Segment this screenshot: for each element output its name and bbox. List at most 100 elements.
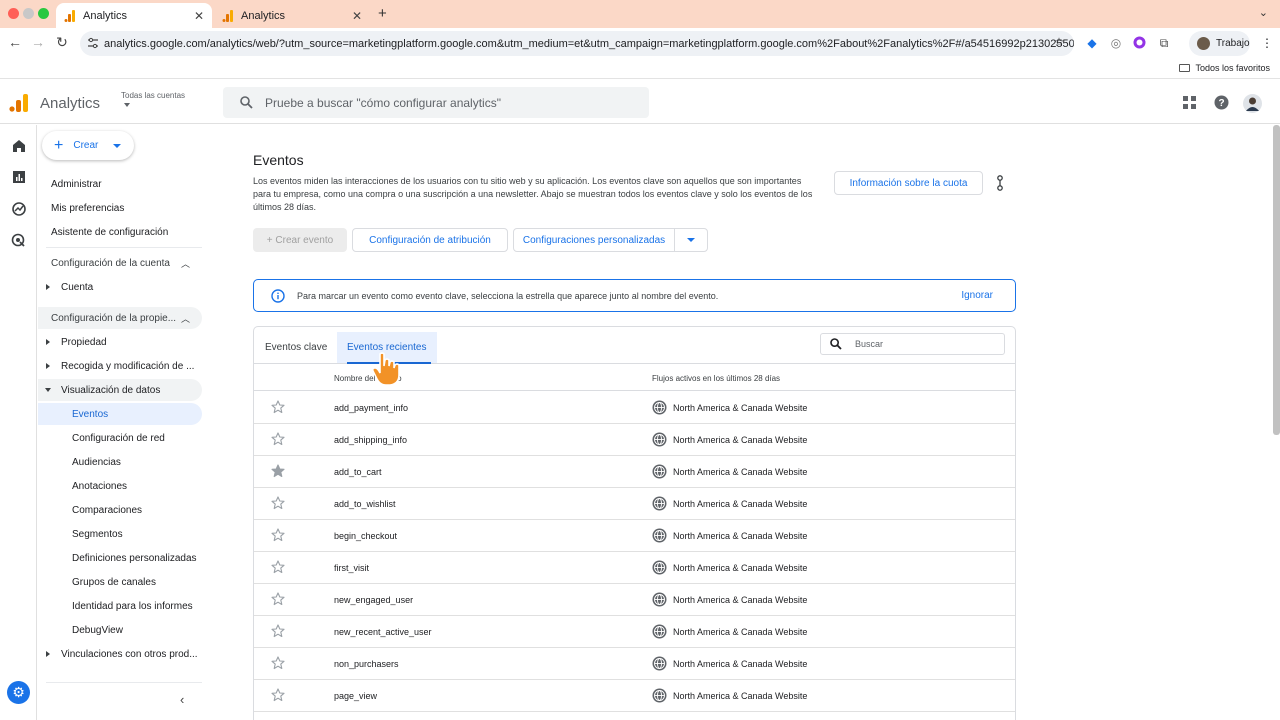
table-row[interactable]: page_view North America & Canada Website [254,680,1015,712]
sidebar-item-eventos[interactable]: Eventos [38,403,202,425]
create-button[interactable]: + Crear [42,131,134,160]
tab-close-icon[interactable]: ✕ [194,9,204,23]
window-close-button[interactable] [8,8,19,19]
star-outline-icon[interactable] [271,656,285,670]
admin-gear-icon[interactable]: ⚙ [7,681,30,704]
star-outline-icon[interactable] [271,592,285,606]
apps-grid-icon[interactable] [1183,96,1196,109]
table-row[interactable]: new_recent_active_user North America & Ca… [254,616,1015,648]
sidebar-section-configuracion-propiedad[interactable]: Configuración de la propie... ︿ [38,307,202,329]
sidebar-item-asistente-configuracion[interactable]: Asistente de configuración [38,221,202,243]
window-zoom-button[interactable] [38,8,49,19]
account-picker-caret-icon[interactable] [124,103,130,107]
sidebar-item-label: Eventos [72,408,109,420]
star-outline-icon[interactable] [271,400,285,414]
sidebar-item-administrar[interactable]: Administrar [38,173,202,195]
expand-arrow-icon [46,651,50,657]
tab-eventos-clave[interactable]: Eventos clave [255,332,337,363]
sidebar-item-audiencias[interactable]: Audiencias [38,451,202,473]
sidebar-item-label: Recogida y modificación de ... [61,360,195,372]
star-outline-icon[interactable] [271,432,285,446]
advertising-icon[interactable] [11,233,27,249]
star-outline-icon[interactable] [271,560,285,574]
event-name: add_to_cart [334,467,382,477]
sidebar-item-vinculaciones[interactable]: Vinculaciones con otros prod... [38,643,202,665]
browser-menu-icon[interactable]: ⋮ [1260,36,1274,50]
events-search-input[interactable]: Buscar [820,333,1005,355]
browser-tab-analytics-1[interactable]: Analytics ✕ [56,3,212,28]
address-bar[interactable]: analytics.google.com/analytics/web/?utm_… [80,31,1074,56]
sidebar-item-propiedad[interactable]: Propiedad [38,331,202,353]
sidebar-item-visualizacion-datos[interactable]: Visualización de datos [38,379,202,401]
table-row[interactable]: add_payment_info North America & Canada W… [254,392,1015,424]
profile-label: Trabajo [1216,38,1250,49]
table-row[interactable]: begin_checkout North America & Canada Web… [254,520,1015,552]
table-row[interactable]: add_shipping_info North America & Canada … [254,424,1015,456]
profile-button[interactable]: Trabajo [1189,31,1250,56]
back-arrow-icon[interactable]: ← [6,34,24,50]
bookmark-star-icon[interactable]: ☆ [1052,35,1066,49]
banner-ignore-button[interactable]: Ignorar [961,290,993,301]
new-tab-icon[interactable]: + [378,5,387,22]
star-outline-icon[interactable] [271,496,285,510]
attribution-settings-button[interactable]: Configuración de atribución [352,228,508,252]
page-scrollbar[interactable] [1273,125,1280,435]
reload-icon[interactable]: ↻ [53,34,71,51]
banner-text: Para marcar un evento como evento clave,… [297,290,719,301]
forward-arrow-icon[interactable]: → [29,34,47,50]
tab-close-icon[interactable]: ✕ [352,9,362,23]
left-rail: ⚙ [0,125,37,720]
sidebar-item-debugview[interactable]: DebugView [38,619,202,641]
help-icon[interactable]: ? [1214,95,1229,110]
sidebar-item-recogida-modificacion[interactable]: Recogida y modificación de ... [38,355,202,377]
sidebar-section-configuracion-cuenta[interactable]: Configuración de la cuenta ︿ [38,252,202,274]
folder-icon [1179,64,1191,72]
star-filled-icon[interactable] [271,464,285,478]
extension-color-icon[interactable] [1132,36,1146,50]
table-row[interactable]: first_visit North America & Canada Websit… [254,552,1015,584]
star-outline-icon[interactable] [271,528,285,542]
table-row[interactable]: new_engaged_user North America & Canada W… [254,584,1015,616]
user-avatar[interactable] [1243,94,1262,113]
sidebar-item-identidad-informes[interactable]: Identidad para los informes [38,595,202,617]
collapse-sidebar-icon[interactable]: ‹ [180,692,184,707]
event-stream: North America & Canada Website [673,691,808,701]
account-picker-label[interactable]: Todas las cuentas [121,91,185,100]
sidebar-item-grupos-canales[interactable]: Grupos de canales [38,571,202,593]
table-row[interactable]: add_to_wishlist North America & Canada We… [254,488,1015,520]
star-outline-icon[interactable] [271,624,285,638]
extension-eye-icon[interactable]: ◎ [1109,36,1123,50]
search-input[interactable]: Pruebe a buscar "cómo configurar analyti… [223,87,649,118]
sidebar-item-label: Administrar [51,178,102,190]
extension-diamond-icon[interactable]: ◆ [1085,36,1099,50]
all-bookmarks-button[interactable]: Todos los favoritos [1179,63,1270,73]
explore-icon[interactable] [11,201,27,217]
browser-tab-analytics-2[interactable]: Analytics ✕ [214,3,370,28]
create-event-button[interactable]: + Crear evento [253,228,347,252]
custom-configurations-button[interactable]: Configuraciones personalizadas [513,228,675,252]
sidebar-item-mis-preferencias[interactable]: Mis preferencias [38,197,202,219]
home-icon[interactable] [11,138,27,154]
extensions-puzzle-icon[interactable]: ⧉ [1157,36,1171,50]
sidebar-item-definiciones-personalizadas[interactable]: Definiciones personalizadas [38,547,202,569]
event-name: add_to_wishlist [334,499,396,509]
table-row[interactable]: non_purchasers North America & Canada Web… [254,648,1015,680]
site-settings-icon[interactable] [88,37,98,49]
sidebar-item-configuracion-red[interactable]: Configuración de red [38,427,202,449]
reports-icon[interactable] [11,169,27,185]
sidebar-item-cuenta[interactable]: Cuenta [38,276,202,298]
guide-icon[interactable] [997,175,1003,191]
events-tabs: Eventos clave Eventos recientes Buscar [254,327,1015,364]
table-row[interactable]: add_to_cart North America & Canada Websit… [254,456,1015,488]
window-minimize-button[interactable] [23,8,34,19]
sidebar-item-comparaciones[interactable]: Comparaciones [38,499,202,521]
expand-arrow-icon [46,284,50,290]
globe-icon [652,592,667,607]
custom-configurations-dropdown[interactable] [674,228,708,252]
sidebar-item-anotaciones[interactable]: Anotaciones [38,475,202,497]
tab-search-chevron-icon[interactable]: ⌄ [1259,6,1268,19]
star-outline-icon[interactable] [271,688,285,702]
sidebar-item-segmentos[interactable]: Segmentos [38,523,202,545]
quota-info-button[interactable]: Información sobre la cuota [834,171,983,195]
ga-header: Analytics Todas las cuentas Pruebe a bus… [0,80,1280,124]
